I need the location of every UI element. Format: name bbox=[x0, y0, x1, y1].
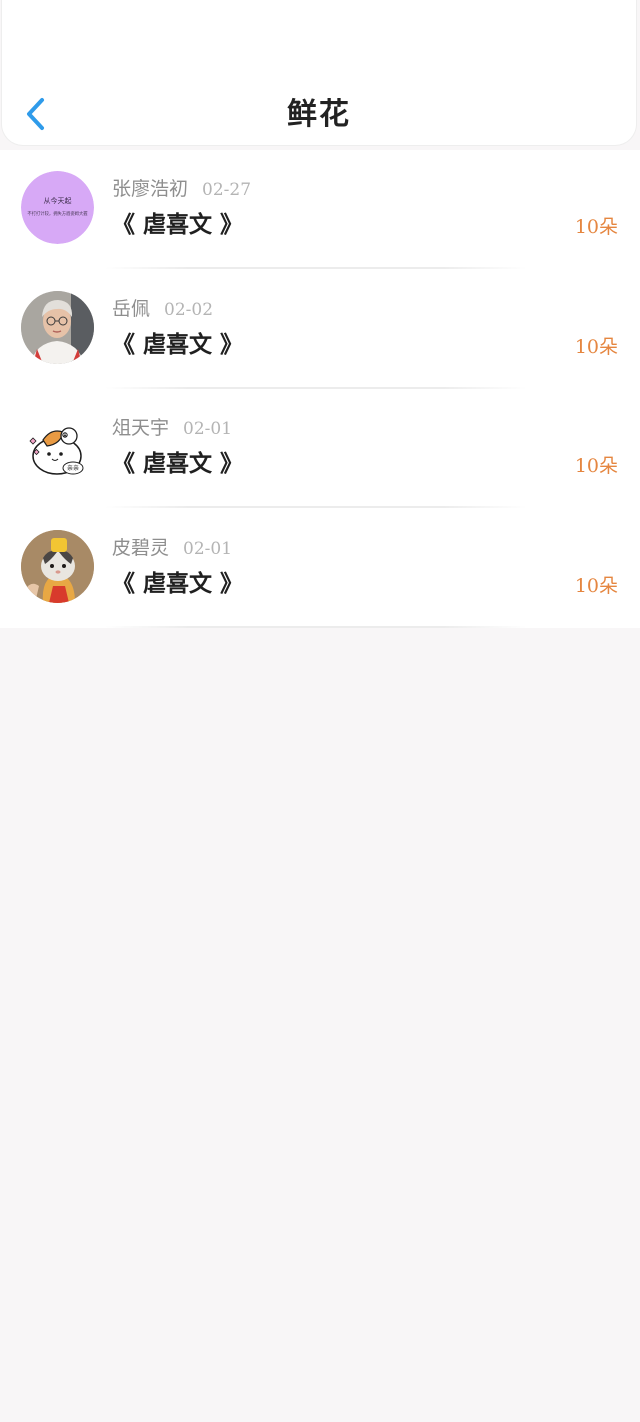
divider bbox=[105, 625, 527, 628]
book-title[interactable]: 《 虐喜文 》 bbox=[112, 208, 243, 242]
book-title[interactable]: 《 虐喜文 》 bbox=[112, 447, 243, 481]
book-title[interactable]: 《 虐喜文 》 bbox=[112, 567, 243, 601]
list-item[interactable]: 岳佩 02-02 《 虐喜文 》 10朵 bbox=[0, 270, 640, 390]
avatar[interactable] bbox=[21, 290, 94, 364]
flower-count: 10朵 bbox=[574, 216, 618, 238]
sender-name: 皮碧灵 02-01 bbox=[112, 535, 232, 562]
sender-name-text: 张廖浩初 bbox=[112, 178, 189, 200]
list-item[interactable]: 亲亲 俎天宇 02-01 《 虐喜文 》 10朵 bbox=[0, 389, 640, 509]
svg-text:从今天起: 从今天起 bbox=[44, 196, 72, 205]
flower-count: 10朵 bbox=[574, 455, 618, 477]
navigation-header: 鲜花 bbox=[1, 0, 637, 146]
send-date: 02-01 bbox=[183, 419, 233, 439]
send-date: 02-01 bbox=[183, 538, 233, 559]
flower-gift-list: 从今天起 不打打计较，拥失方眉姿姆大握 张廖浩初 02-27 《 虐喜文 》 10… bbox=[0, 150, 640, 628]
send-date: 02-02 bbox=[164, 299, 214, 320]
page-title: 鲜花 bbox=[287, 97, 351, 132]
sender-name-text: 岳佩 bbox=[112, 297, 151, 320]
sender-name-text: 皮碧灵 bbox=[112, 536, 170, 559]
svg-text:不打打计较，拥失方眉姿姆大握: 不打打计较，拥失方眉姿姆大握 bbox=[27, 210, 88, 217]
send-date: 02-27 bbox=[202, 180, 252, 200]
avatar[interactable]: 从今天起 不打打计较，拥失方眉姿姆大握 bbox=[21, 171, 94, 244]
sender-name: 张廖浩初 02-27 bbox=[112, 176, 251, 203]
book-title[interactable]: 《 虐喜文 》 bbox=[112, 328, 243, 362]
sender-name-text: 俎天宇 bbox=[112, 417, 170, 439]
avatar[interactable] bbox=[21, 529, 94, 603]
avatar[interactable]: 亲亲 bbox=[21, 410, 94, 483]
sender-name: 岳佩 02-02 bbox=[112, 296, 213, 323]
list-item[interactable]: 从今天起 不打打计较，拥失方眉姿姆大握 张廖浩初 02-27 《 虐喜文 》 10… bbox=[0, 150, 640, 270]
sender-name: 俎天宇 02-01 bbox=[112, 415, 232, 442]
flower-count: 10朵 bbox=[574, 335, 618, 358]
list-item[interactable]: 皮碧灵 02-01 《 虐喜文 》 10朵 bbox=[0, 509, 640, 629]
svg-text:亲亲: 亲亲 bbox=[67, 464, 79, 472]
flower-count: 10朵 bbox=[574, 574, 618, 597]
